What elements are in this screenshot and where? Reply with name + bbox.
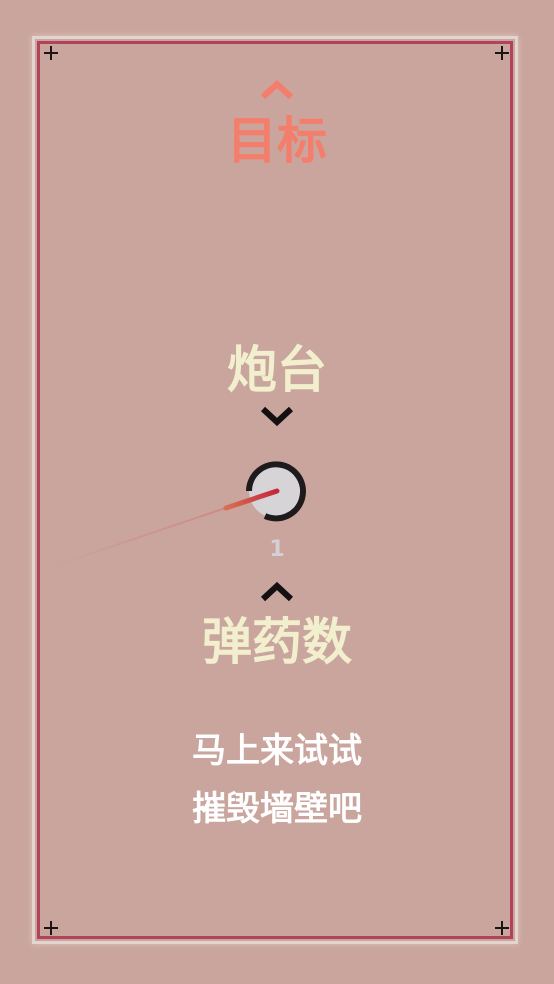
turret[interactable] [243, 459, 309, 525]
ammo-label: 弹药数 [202, 613, 352, 671]
corner-cross-icon-bottom-left [44, 921, 58, 935]
corner-cross-icon-bottom-right [495, 921, 509, 935]
turret-label: 炮台 [227, 341, 327, 399]
turret-chevron-down-icon [260, 406, 294, 427]
ammo-chevron-up-icon [260, 581, 294, 602]
target-label: 目标 [227, 112, 327, 170]
target-chevron-up-icon [260, 79, 294, 100]
hint-line-2: 摧毁墙壁吧 [192, 789, 362, 829]
hint-line-1: 马上来试试 [192, 731, 362, 771]
corner-cross-icon-top-left [44, 46, 58, 60]
corner-cross-icon-top-right [495, 46, 509, 60]
ammo-count: 1 [269, 537, 285, 562]
